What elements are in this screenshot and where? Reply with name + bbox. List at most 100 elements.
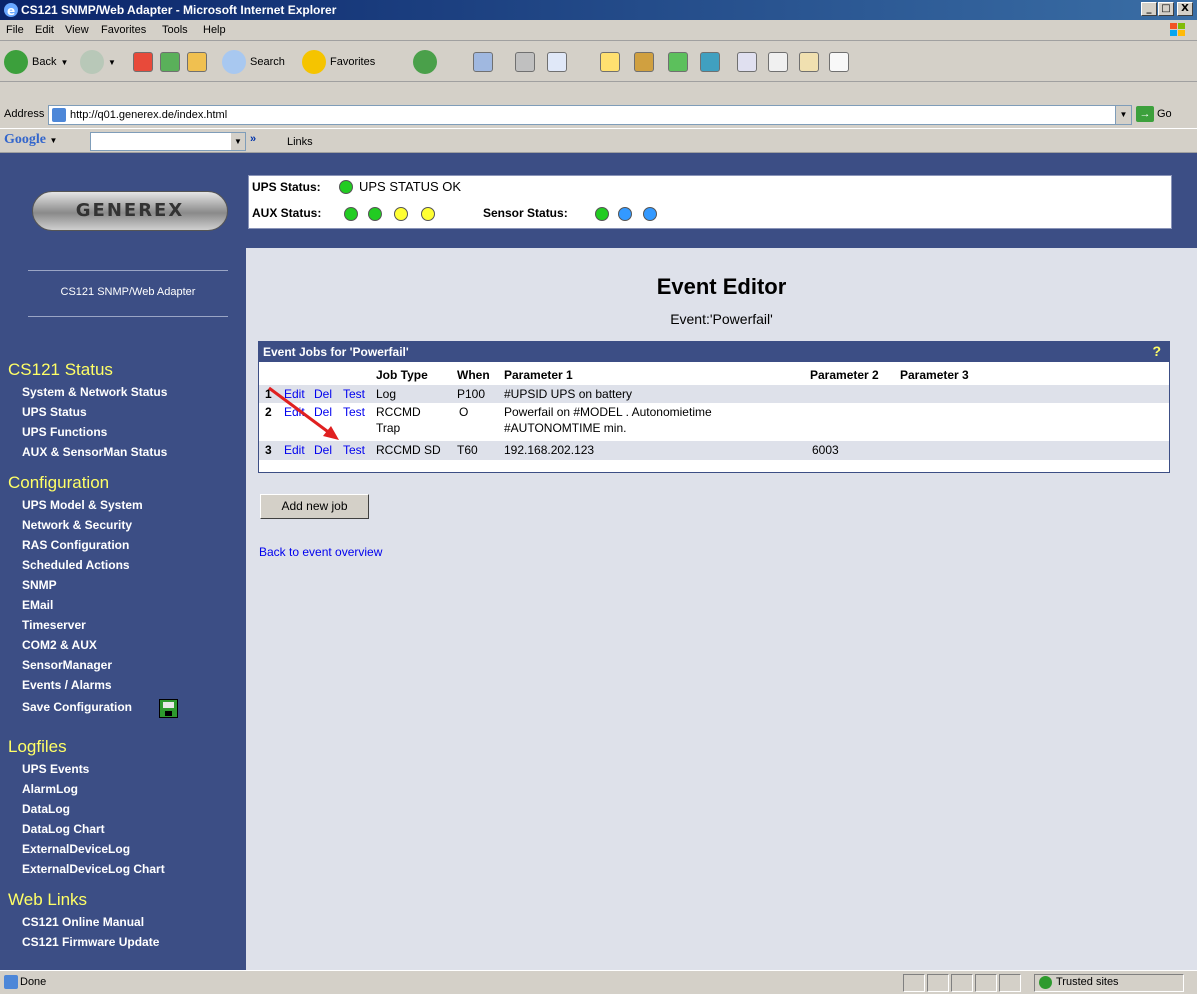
font-button[interactable] [700,48,720,76]
cut-button[interactable] [737,48,757,76]
nav-aux-sensorman-status[interactable]: AUX & SensorMan Status [22,445,167,460]
back-to-event-overview-link[interactable]: Back to event overview [259,545,382,559]
refresh-icon [160,52,180,72]
window-title-bar: e CS121 SNMP/Web Adapter - Microsoft Int… [0,0,1197,20]
chevron-down-icon: ▼ [60,57,69,67]
nav-snmp[interactable]: SNMP [22,578,57,593]
refresh-button[interactable] [160,48,180,76]
back-button[interactable]: Back ▼ [4,48,68,76]
logo-text: GENEREX [75,200,185,221]
address-bar: Address http://q01.generex.de/index.html… [0,103,1197,127]
favorites-button[interactable]: Favorites [302,48,375,76]
go-button[interactable]: → Go [1136,106,1172,122]
address-label: Address [4,108,45,120]
menu-edit[interactable]: Edit [35,24,54,37]
ie-logo-icon: e [4,3,18,18]
sensor-1-green-icon [595,207,609,221]
nav-events-alarms[interactable]: Events / Alarms [22,678,112,693]
generex-logo: GENEREX [32,191,228,231]
job-type: RCCMD [376,405,421,419]
home-button[interactable] [187,48,207,76]
nav-datalog-chart[interactable]: DataLog Chart [22,822,105,837]
ups-status-label: UPS Status: [252,180,321,194]
nav-ras-configuration[interactable]: RAS Configuration [22,538,129,553]
nav-ups-events[interactable]: UPS Events [22,762,89,777]
search-button[interactable]: Search [222,48,285,76]
chevron-down-icon[interactable]: ▼ [231,133,245,150]
nav-ups-status[interactable]: UPS Status [22,405,87,420]
menu-favorites[interactable]: Favorites [101,24,146,37]
preview-button[interactable] [829,48,849,76]
google-search-input[interactable]: ▼ [90,132,246,151]
parameter-2: 6003 [812,443,839,457]
nav-save-configuration[interactable]: Save Configuration [22,700,132,715]
nav-online-manual[interactable]: CS121 Online Manual [22,915,144,930]
nav-timeserver[interactable]: Timeserver [22,618,86,633]
parameter-1: Powerfail on #MODEL . Autonomietime [504,405,712,419]
status-segment [903,974,925,992]
forward-button[interactable]: ▼ [80,48,116,76]
main-panel: Event Editor Event:'Powerfail' Event Job… [246,248,1197,970]
history-button[interactable] [413,48,437,76]
job-type: RCCMD SD [376,443,441,457]
status-bar: Done Trusted sites [0,970,1197,994]
menu-view[interactable]: View [65,24,89,37]
forward-arrow-icon [80,50,104,74]
mail-icon [473,52,493,72]
home-icon [187,52,207,72]
status-text: Done [20,976,47,988]
edit-button[interactable] [547,48,567,76]
stop-button[interactable] [133,48,153,76]
event-jobs-table: Event Jobs for 'Powerfail' ? Job Type Wh… [258,341,1170,473]
parameter-1: 192.168.202.123 [504,443,595,457]
annotation-arrow-icon [268,386,339,440]
status-segment [927,974,949,992]
menu-file[interactable]: File [6,24,24,37]
address-field[interactable]: http://q01.generex.de/index.html ▼ [48,105,1132,125]
table-header: Event Jobs for 'Powerfail' ? [259,342,1169,362]
nav-ups-model-system[interactable]: UPS Model & System [22,498,143,513]
toolbar: Back ▼ ▼ Search Favorites [0,42,1197,82]
discuss-button[interactable] [600,48,620,76]
mail-button[interactable] [473,48,493,76]
menu-tools[interactable]: Tools [162,24,188,37]
column-job-type: Job Type [376,368,428,382]
nav-sensormanager[interactable]: SensorManager [22,658,112,673]
minimize-button[interactable]: _ [1141,2,1157,16]
nav-firmware-update[interactable]: CS121 Firmware Update [22,935,159,950]
nav-ups-functions[interactable]: UPS Functions [22,425,107,440]
google-logo[interactable]: Google ▼ [4,132,57,148]
window-title: CS121 SNMP/Web Adapter - Microsoft Inter… [21,3,337,17]
nav-alarmlog[interactable]: AlarmLog [22,782,78,797]
copy-button[interactable] [768,48,788,76]
nav-scheduled-actions[interactable]: Scheduled Actions [22,558,130,573]
maximize-button[interactable]: □ [1158,2,1174,16]
when: T60 [457,443,478,457]
print-button[interactable] [515,48,535,76]
nav-externaldevicelog[interactable]: ExternalDeviceLog [22,842,130,857]
address-url[interactable]: http://q01.generex.de/index.html [70,109,227,121]
help-icon[interactable]: ? [1152,343,1161,359]
nav-email[interactable]: EMail [22,598,53,613]
nav-externaldevicelog-chart[interactable]: ExternalDeviceLog Chart [22,862,165,877]
nav-com2-aux[interactable]: COM2 & AUX [22,638,97,653]
menu-help[interactable]: Help [203,24,226,37]
add-new-job-button[interactable]: Add new job [260,494,369,519]
parameter-1-line-2: #AUTONOMTIME min. [504,421,627,435]
paste-button[interactable] [799,48,819,76]
nav-network-security[interactable]: Network & Security [22,518,132,533]
job-type-line-2: Trap [376,421,401,435]
nav-system-network-status[interactable]: System & Network Status [22,385,167,400]
close-button[interactable]: X [1177,2,1193,16]
chevron-down-icon[interactable]: ▼ [1115,106,1131,124]
more-chevron-icon[interactable]: » [250,133,256,145]
svg-text:e: e [7,4,15,18]
messenger-button[interactable] [668,48,688,76]
windows-logo-icon [1170,23,1185,36]
save-disk-icon[interactable] [159,699,178,718]
nav-datalog[interactable]: DataLog [22,802,70,817]
section-cs121-status: CS121 Status [8,360,113,379]
research-button[interactable] [634,48,654,76]
links-label[interactable]: Links [287,136,313,148]
aux-3-yellow-icon [394,207,408,221]
